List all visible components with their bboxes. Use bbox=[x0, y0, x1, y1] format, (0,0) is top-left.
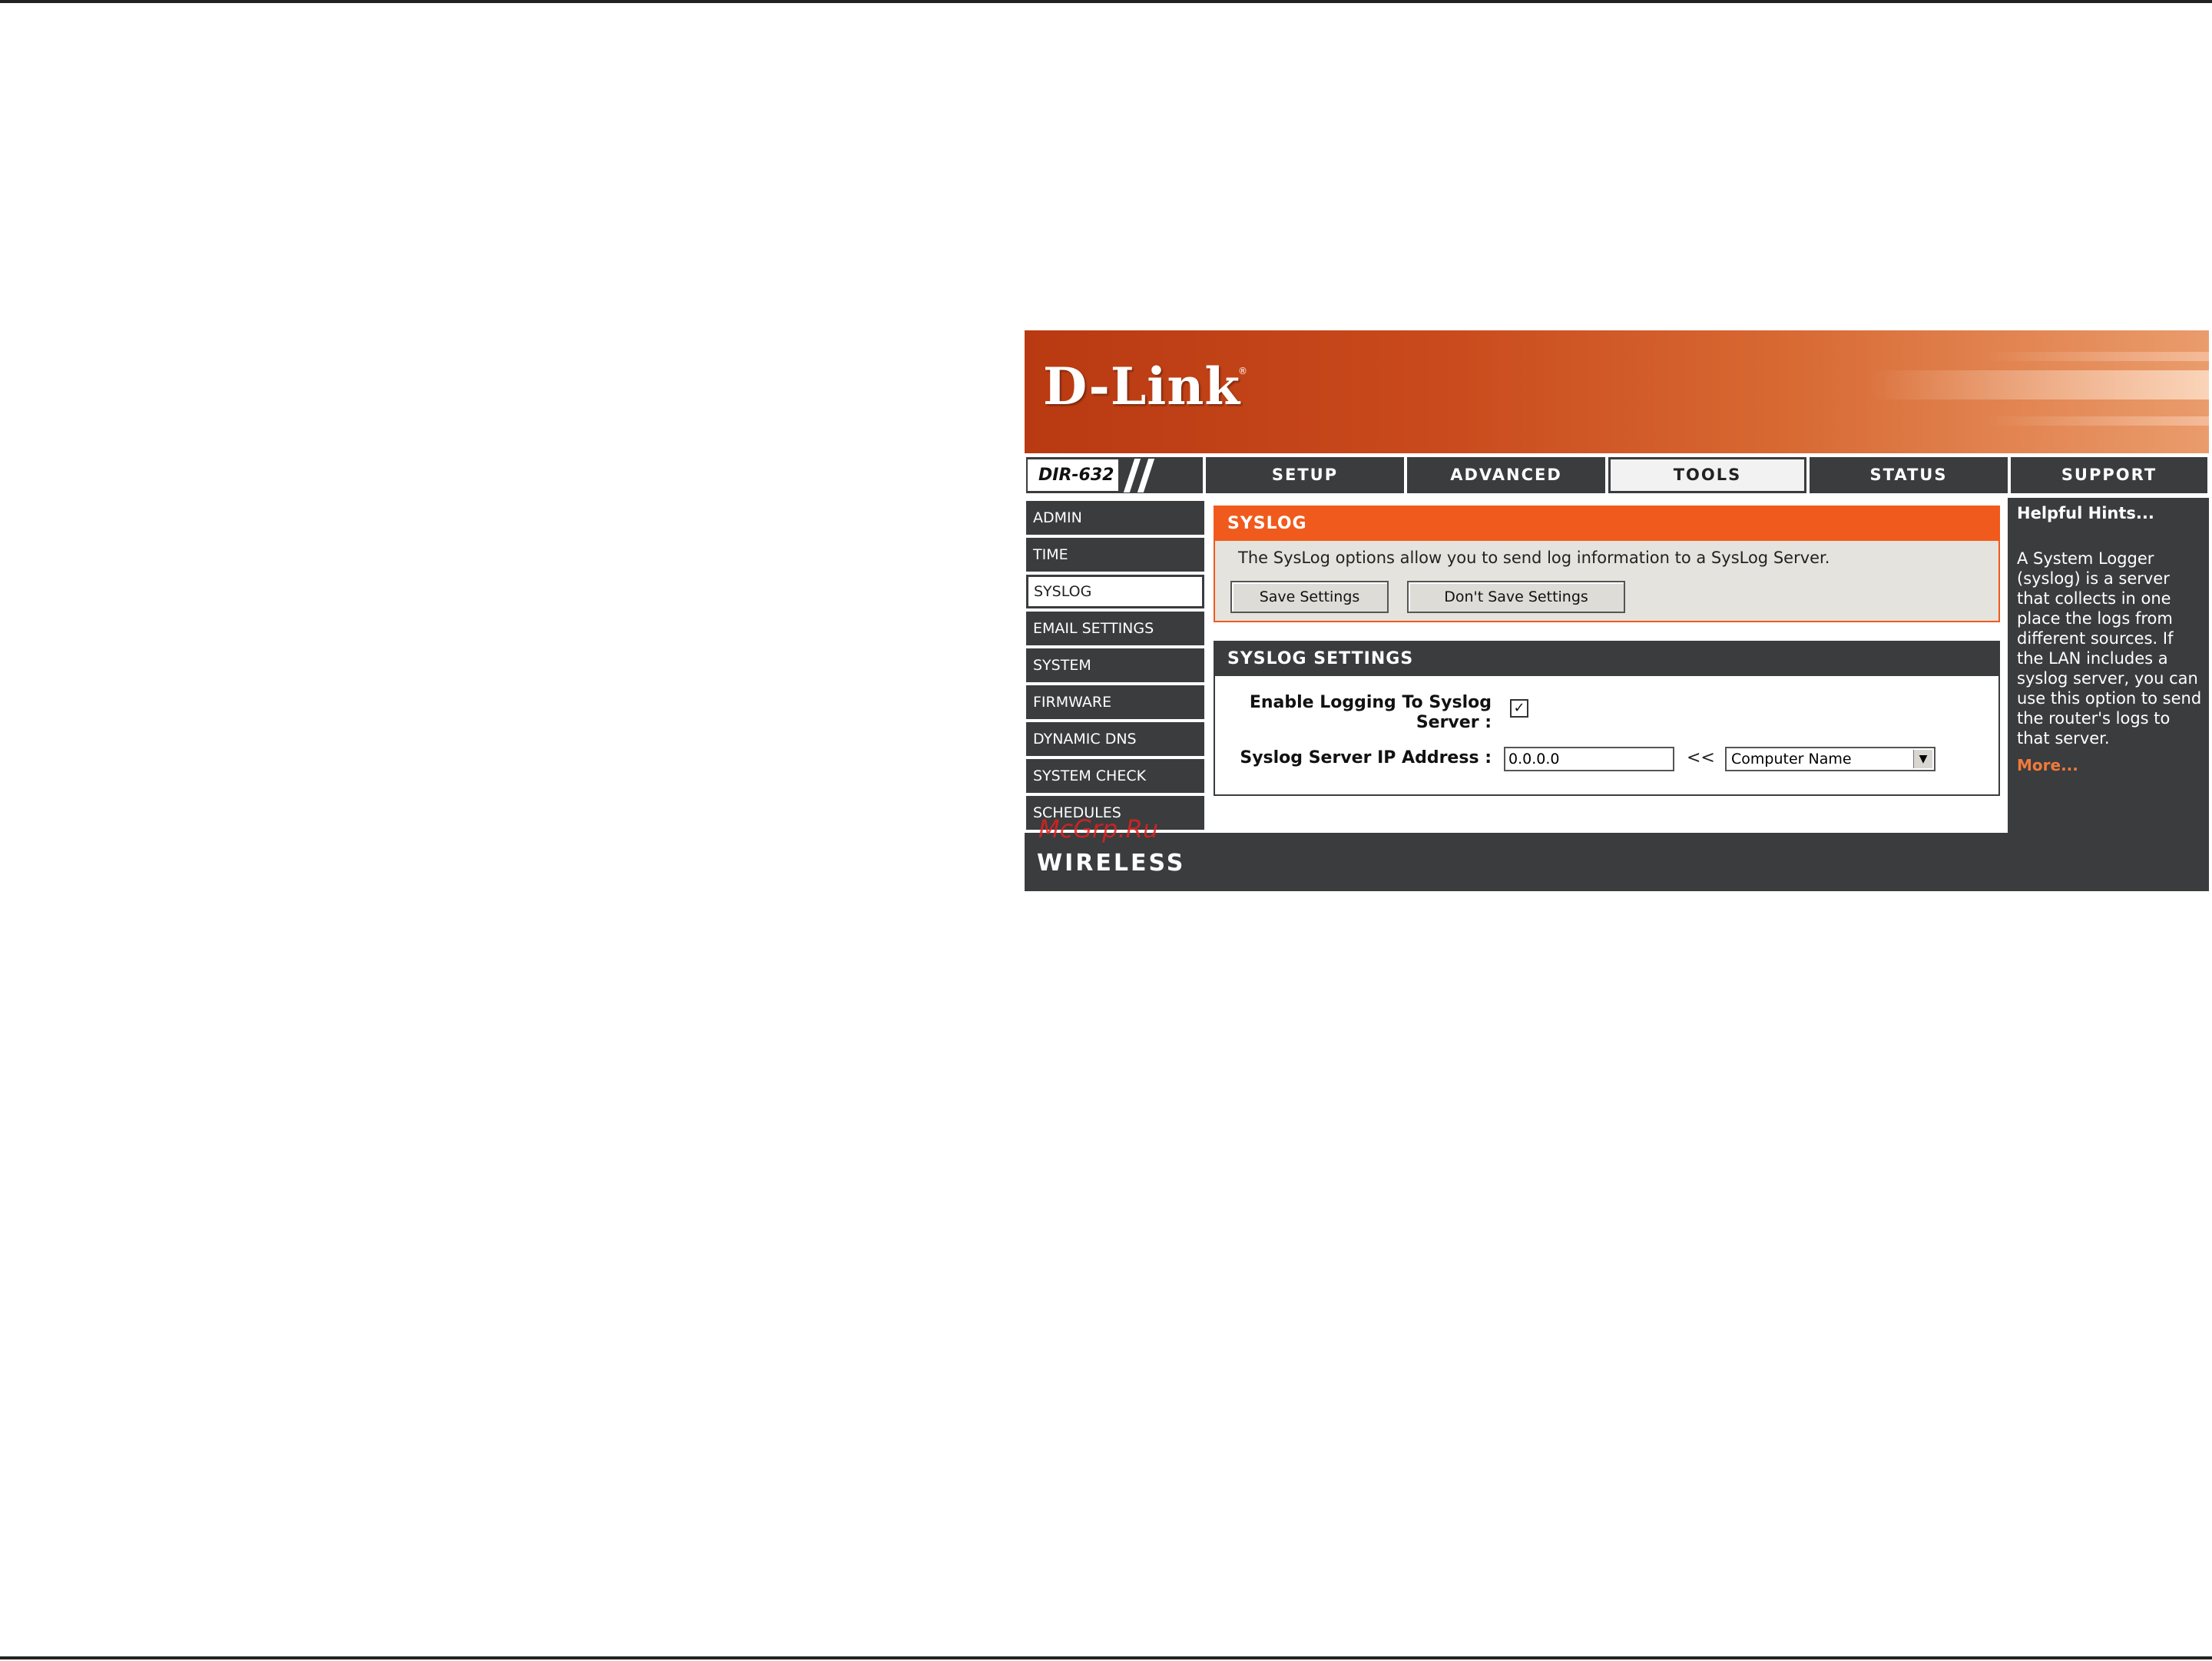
sidebar: ADMIN TIME SYSLOG EMAIL SETTINGS SYSTEM … bbox=[1025, 498, 1206, 833]
hints-title: Helpful Hints... bbox=[2017, 504, 2154, 522]
model-label: DIR-632 bbox=[1028, 459, 1118, 491]
slash-decoration bbox=[1137, 459, 1155, 492]
dlink-logo: D-Link bbox=[1043, 356, 1241, 416]
hints-body: A System Logger (syslog) is a server tha… bbox=[2017, 549, 2202, 748]
enable-logging-label: Enable Logging To Syslog Server : bbox=[1246, 693, 1492, 733]
footer-bar: WIRELESS bbox=[1025, 834, 2209, 891]
computer-name-value: Computer Name bbox=[1731, 751, 1852, 768]
sidebar-item-system[interactable]: SYSTEM bbox=[1026, 648, 1204, 682]
computer-name-select[interactable]: Computer Name ▼ bbox=[1725, 747, 1936, 771]
syslog-description: The SysLog options allow you to send log… bbox=[1238, 549, 1830, 567]
router-admin-window: D-Link ® DIR-632 SETUP ADVANCED TOOLS ST… bbox=[1025, 330, 2209, 891]
tab-status[interactable]: STATUS bbox=[1810, 457, 2008, 493]
page-bottom-rule bbox=[0, 1656, 2212, 1659]
sidebar-item-email-settings[interactable]: EMAIL SETTINGS bbox=[1026, 612, 1204, 645]
tab-advanced[interactable]: ADVANCED bbox=[1407, 457, 1605, 493]
sidebar-item-system-check[interactable]: SYSTEM CHECK bbox=[1026, 759, 1204, 793]
save-settings-button[interactable]: Save Settings bbox=[1230, 581, 1389, 613]
enable-logging-label-line1: Enable Logging To Syslog bbox=[1249, 693, 1492, 712]
tab-support[interactable]: SUPPORT bbox=[2011, 457, 2207, 493]
syslog-settings-title: SYSLOG SETTINGS bbox=[1215, 642, 1998, 676]
main-content: SYSLOG The SysLog options allow you to s… bbox=[1206, 498, 2008, 833]
dont-save-settings-button[interactable]: Don't Save Settings bbox=[1407, 581, 1625, 613]
check-icon: ✓ bbox=[1513, 700, 1525, 716]
more-link[interactable]: More... bbox=[2017, 756, 2078, 774]
sidebar-item-syslog[interactable]: SYSLOG bbox=[1026, 575, 1204, 608]
syslog-ip-input[interactable] bbox=[1504, 747, 1674, 771]
syslog-settings-panel: SYSLOG SETTINGS Enable Logging To Syslog… bbox=[1214, 641, 2000, 796]
model-badge: DIR-632 bbox=[1026, 457, 1203, 493]
chevron-down-icon[interactable]: ▼ bbox=[1913, 750, 1932, 768]
syslog-title: SYSLOG bbox=[1215, 507, 1998, 541]
page-top-rule bbox=[0, 0, 2212, 3]
tab-setup[interactable]: SETUP bbox=[1206, 457, 1404, 493]
registered-mark: ® bbox=[1238, 366, 1247, 376]
sidebar-item-dynamic-dns[interactable]: DYNAMIC DNS bbox=[1026, 722, 1204, 756]
header-banner: D-Link ® bbox=[1025, 330, 2209, 453]
syslog-panel: SYSLOG The SysLog options allow you to s… bbox=[1214, 506, 2000, 622]
copy-arrows: << bbox=[1687, 748, 1715, 768]
enable-logging-label-line2: Server : bbox=[1416, 713, 1492, 732]
sidebar-item-firmware[interactable]: FIRMWARE bbox=[1026, 685, 1204, 719]
wireless-logo: WIRELESS bbox=[1037, 850, 1186, 877]
watermark: McGrp.Ru bbox=[1038, 814, 1159, 844]
top-nav: DIR-632 SETUP ADVANCED TOOLS STATUS SUPP… bbox=[1025, 453, 2209, 498]
banner-streak bbox=[1869, 370, 2209, 400]
syslog-ip-label: Syslog Server IP Address : bbox=[1240, 748, 1492, 768]
banner-streak bbox=[1985, 352, 2209, 361]
banner-streak bbox=[1985, 416, 2209, 426]
helpful-hints-panel: Helpful Hints... A System Logger (syslog… bbox=[2011, 498, 2207, 833]
sidebar-item-admin[interactable]: ADMIN bbox=[1026, 501, 1204, 535]
sidebar-item-time[interactable]: TIME bbox=[1026, 538, 1204, 572]
tab-tools[interactable]: TOOLS bbox=[1608, 457, 1806, 493]
enable-logging-checkbox[interactable]: ✓ bbox=[1510, 699, 1528, 718]
